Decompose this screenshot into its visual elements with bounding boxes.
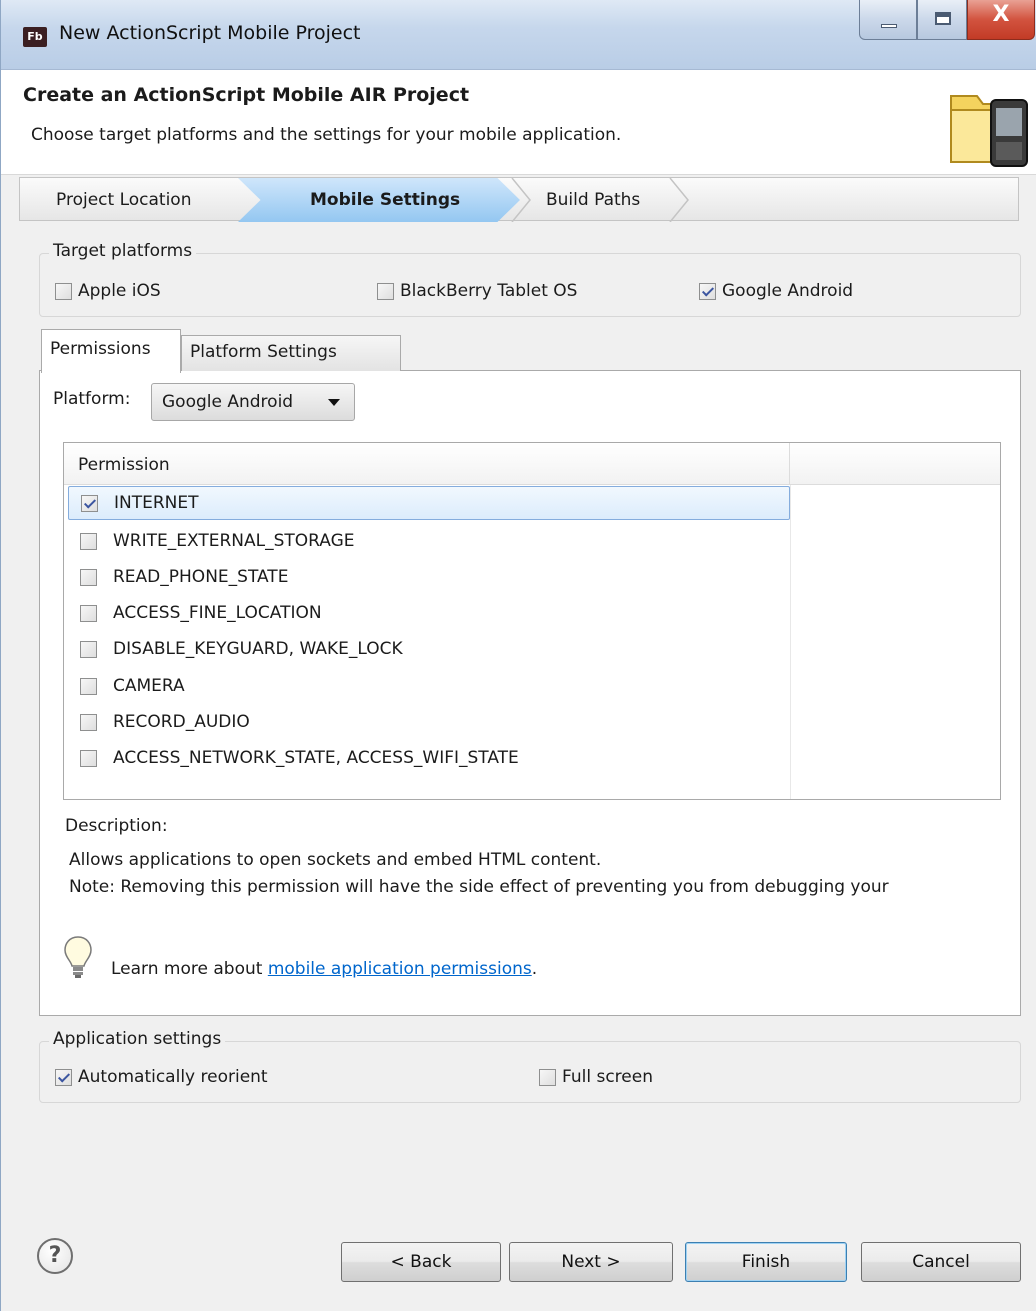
blackberry-option[interactable]: BlackBerry Tablet OS [377, 281, 577, 301]
maximize-icon [935, 12, 951, 25]
blackberry-checkbox[interactable] [377, 282, 394, 300]
learn-more-suffix: . [531, 959, 538, 979]
google-android-label: Google Android [722, 281, 854, 301]
table-row[interactable]: RECORD_AUDIO [68, 705, 790, 739]
table-row[interactable]: INTERNET [68, 486, 790, 520]
permission-checkbox[interactable] [80, 713, 97, 731]
google-android-checkbox[interactable] [699, 282, 716, 300]
full-screen-option[interactable]: Full screen [539, 1067, 653, 1087]
target-platforms-label: Target platforms [49, 241, 197, 261]
finish-button[interactable]: Finish [685, 1242, 847, 1282]
apple-ios-label: Apple iOS [78, 281, 161, 301]
flash-builder-icon: Fb [23, 27, 47, 47]
google-android-option[interactable]: Google Android [699, 281, 853, 301]
dialog-window: Fb New ActionScript Mobile Project X Cre… [0, 0, 1036, 1311]
mobile-permissions-link[interactable]: mobile application permissions [268, 959, 532, 979]
application-settings-label: Application settings [49, 1029, 226, 1049]
tab-permissions[interactable]: Permissions [41, 329, 181, 373]
permission-label: CAMERA [113, 676, 185, 696]
permission-checkbox[interactable] [80, 677, 97, 695]
permission-label: WRITE_EXTERNAL_STORAGE [113, 531, 355, 551]
lightbulb-icon [64, 936, 92, 978]
permission-label: DISABLE_KEYGUARD, WAKE_LOCK [113, 639, 403, 659]
platform-dropdown[interactable]: Google Android [151, 383, 355, 421]
help-icon[interactable]: ? [37, 1238, 73, 1274]
cancel-button[interactable]: Cancel [861, 1242, 1021, 1282]
learn-more-prefix: Learn more about [111, 959, 268, 979]
table-row[interactable]: WRITE_EXTERNAL_STORAGE [68, 524, 790, 558]
column-divider [790, 485, 791, 799]
permission-label: RECORD_AUDIO [113, 712, 250, 732]
next-button[interactable]: Next > [509, 1242, 673, 1282]
apple-ios-checkbox[interactable] [55, 282, 72, 300]
description-text: Allows applications to open sockets and … [69, 850, 602, 870]
close-button[interactable]: X [967, 0, 1035, 40]
title-bar[interactable]: Fb New ActionScript Mobile Project X [1, 0, 1036, 70]
step-mobile-settings[interactable]: Mobile Settings [238, 178, 520, 222]
permission-checkbox[interactable] [80, 604, 97, 622]
blackberry-label: BlackBerry Tablet OS [400, 281, 578, 301]
auto-reorient-checkbox[interactable] [55, 1068, 72, 1086]
column-divider [789, 443, 790, 485]
permission-checkbox[interactable] [80, 640, 97, 658]
table-row[interactable]: ACCESS_NETWORK_STATE, ACCESS_WIFI_STATE [68, 741, 790, 775]
back-button[interactable]: < Back [341, 1242, 501, 1282]
table-row[interactable]: DISABLE_KEYGUARD, WAKE_LOCK [68, 632, 790, 666]
permission-checkbox[interactable] [80, 568, 97, 586]
permissions-table[interactable]: Permission INTERNET WRITE_EXTERNAL_STORA… [63, 442, 1001, 800]
description-note: Note: Removing this permission will have… [69, 877, 889, 897]
wizard-title: Create an ActionScript Mobile AIR Projec… [23, 84, 470, 106]
learn-more-text: Learn more about mobile application perm… [111, 959, 537, 979]
auto-reorient-option[interactable]: Automatically reorient [55, 1067, 268, 1087]
permissions-table-header: Permission [64, 443, 1000, 485]
permission-label: ACCESS_FINE_LOCATION [113, 603, 322, 623]
permission-label: ACCESS_NETWORK_STATE, ACCESS_WIFI_STATE [113, 748, 519, 768]
minimize-button[interactable] [859, 0, 917, 40]
full-screen-label: Full screen [562, 1067, 653, 1087]
permission-checkbox[interactable] [80, 749, 97, 767]
table-row[interactable]: ACCESS_FINE_LOCATION [68, 596, 790, 630]
window-title: New ActionScript Mobile Project [59, 22, 361, 44]
step-project-location[interactable]: Project Location [20, 178, 260, 222]
maximize-button[interactable] [917, 0, 967, 40]
platform-label: Platform: [53, 389, 131, 409]
wizard-header: Create an ActionScript Mobile AIR Projec… [1, 70, 1036, 175]
permission-label: INTERNET [114, 493, 199, 513]
table-row[interactable]: READ_PHONE_STATE [68, 560, 790, 594]
platform-dropdown-value: Google Android [162, 392, 294, 412]
wizard-steps: Project Location Mobile Settings Build P… [19, 177, 1019, 222]
permission-label: READ_PHONE_STATE [113, 567, 289, 587]
apple-ios-option[interactable]: Apple iOS [55, 281, 161, 301]
permission-checkbox[interactable] [81, 494, 98, 512]
table-row[interactable]: CAMERA [68, 669, 790, 703]
full-screen-checkbox[interactable] [539, 1068, 556, 1086]
description-label: Description: [65, 816, 168, 836]
permission-checkbox[interactable] [80, 532, 97, 550]
tab-platform-settings[interactable]: Platform Settings [181, 335, 401, 371]
auto-reorient-label: Automatically reorient [78, 1067, 268, 1087]
folder-mobile-icon [950, 95, 1028, 167]
wizard-subtitle: Choose target platforms and the settings… [31, 125, 622, 145]
close-icon: X [992, 2, 1010, 27]
chevron-down-icon [328, 399, 340, 406]
step-separator-icon [669, 178, 689, 222]
permission-column-header[interactable]: Permission [78, 455, 170, 475]
minimize-icon [881, 24, 897, 28]
